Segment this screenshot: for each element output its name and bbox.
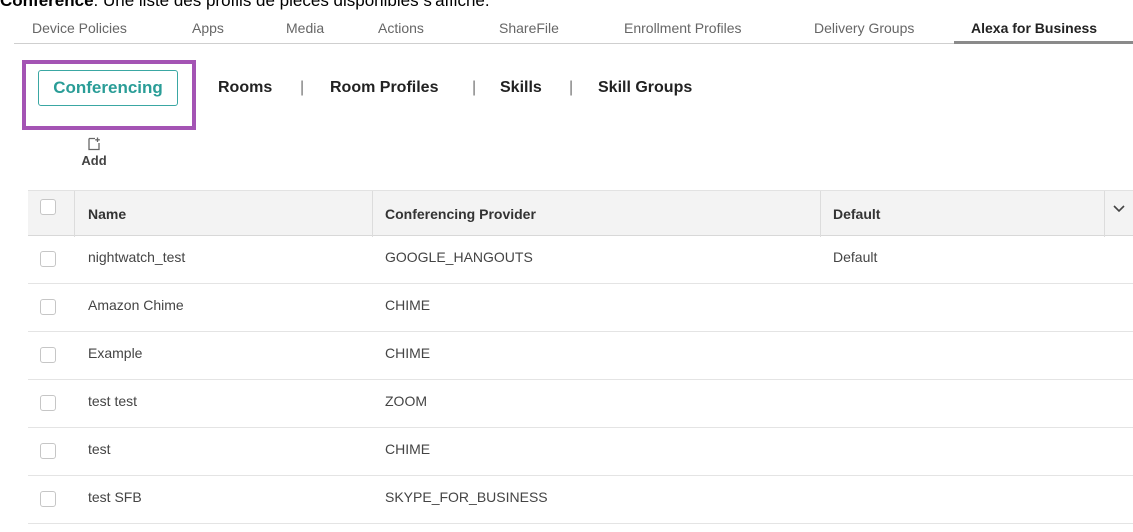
column-divider	[372, 191, 373, 237]
cell-name: test test	[88, 393, 138, 409]
tab-rooms[interactable]: Rooms	[218, 79, 272, 97]
tab-skill-groups[interactable]: Skill Groups	[598, 79, 692, 97]
separator: |	[472, 79, 477, 96]
add-label: Add	[81, 153, 107, 168]
cell-provider: GOOGLE_HANGOUTS	[385, 249, 533, 265]
cell-provider: CHIME	[385, 441, 431, 457]
table-row[interactable]: Amazon Chime CHIME	[28, 284, 1133, 332]
column-header-provider[interactable]: Conferencing Provider	[385, 206, 536, 222]
cell-name: test SFB	[88, 489, 142, 505]
cell-default: Default	[833, 249, 878, 265]
table-row[interactable]: nightwatch_test GOOGLE_HANGOUTS Default	[28, 236, 1133, 284]
tab-apps[interactable]: Apps	[192, 20, 224, 36]
add-button[interactable]: Add	[78, 137, 110, 175]
tab-enrollment-profiles[interactable]: Enrollment Profiles	[624, 20, 742, 36]
cell-name: Amazon Chime	[88, 297, 184, 313]
row-checkbox[interactable]	[40, 347, 56, 363]
separator: |	[300, 79, 305, 96]
tab-delivery-groups[interactable]: Delivery Groups	[814, 20, 914, 36]
tab-room-profiles[interactable]: Room Profiles	[330, 79, 438, 97]
select-all-checkbox[interactable]	[40, 199, 56, 215]
row-checkbox[interactable]	[40, 251, 56, 267]
row-checkbox[interactable]	[40, 395, 56, 411]
cell-name: test	[88, 441, 111, 457]
row-checkbox[interactable]	[40, 443, 56, 459]
table-row[interactable]: test SFB SKYPE_FOR_BUSINESS	[28, 476, 1133, 524]
row-checkbox[interactable]	[40, 491, 56, 507]
table-row[interactable]: Example CHIME	[28, 332, 1133, 380]
separator: |	[569, 79, 574, 96]
column-divider	[820, 191, 821, 237]
add-document-icon	[88, 137, 100, 151]
cell-provider: CHIME	[385, 345, 431, 361]
tab-actions[interactable]: Actions	[378, 20, 424, 36]
cell-provider: CHIME	[385, 297, 431, 313]
column-divider	[74, 191, 75, 237]
tab-alexa-for-business[interactable]: Alexa for Business	[971, 20, 1097, 36]
column-header-default[interactable]: Default	[833, 206, 880, 222]
table-row[interactable]: test CHIME	[28, 428, 1133, 476]
cell-name: nightwatch_test	[88, 249, 186, 265]
tab-device-policies[interactable]: Device Policies	[32, 20, 127, 36]
tab-media[interactable]: Media	[286, 20, 324, 36]
top-nav: Device Policies Apps Media Actions Share…	[14, 0, 1133, 44]
cell-provider: ZOOM	[385, 393, 427, 409]
column-divider	[1104, 191, 1105, 237]
active-tab-indicator	[954, 41, 1133, 44]
tab-skills[interactable]: Skills	[500, 79, 542, 97]
tab-conferencing[interactable]: Conferencing	[38, 70, 178, 106]
cell-name: Example	[88, 345, 143, 361]
cell-provider: SKYPE_FOR_BUSINESS	[385, 489, 548, 505]
row-checkbox[interactable]	[40, 299, 56, 315]
sub-nav: Conferencing Rooms | Room Profiles | Ski…	[0, 60, 800, 130]
table-header: Name Conferencing Provider Default	[28, 190, 1133, 237]
conferencing-table: Name Conferencing Provider Default night…	[28, 190, 1133, 524]
column-header-name[interactable]: Name	[88, 206, 126, 222]
chevron-down-icon[interactable]	[1113, 205, 1125, 213]
table-row[interactable]: test test ZOOM	[28, 380, 1133, 428]
tab-sharefile[interactable]: ShareFile	[499, 20, 559, 36]
